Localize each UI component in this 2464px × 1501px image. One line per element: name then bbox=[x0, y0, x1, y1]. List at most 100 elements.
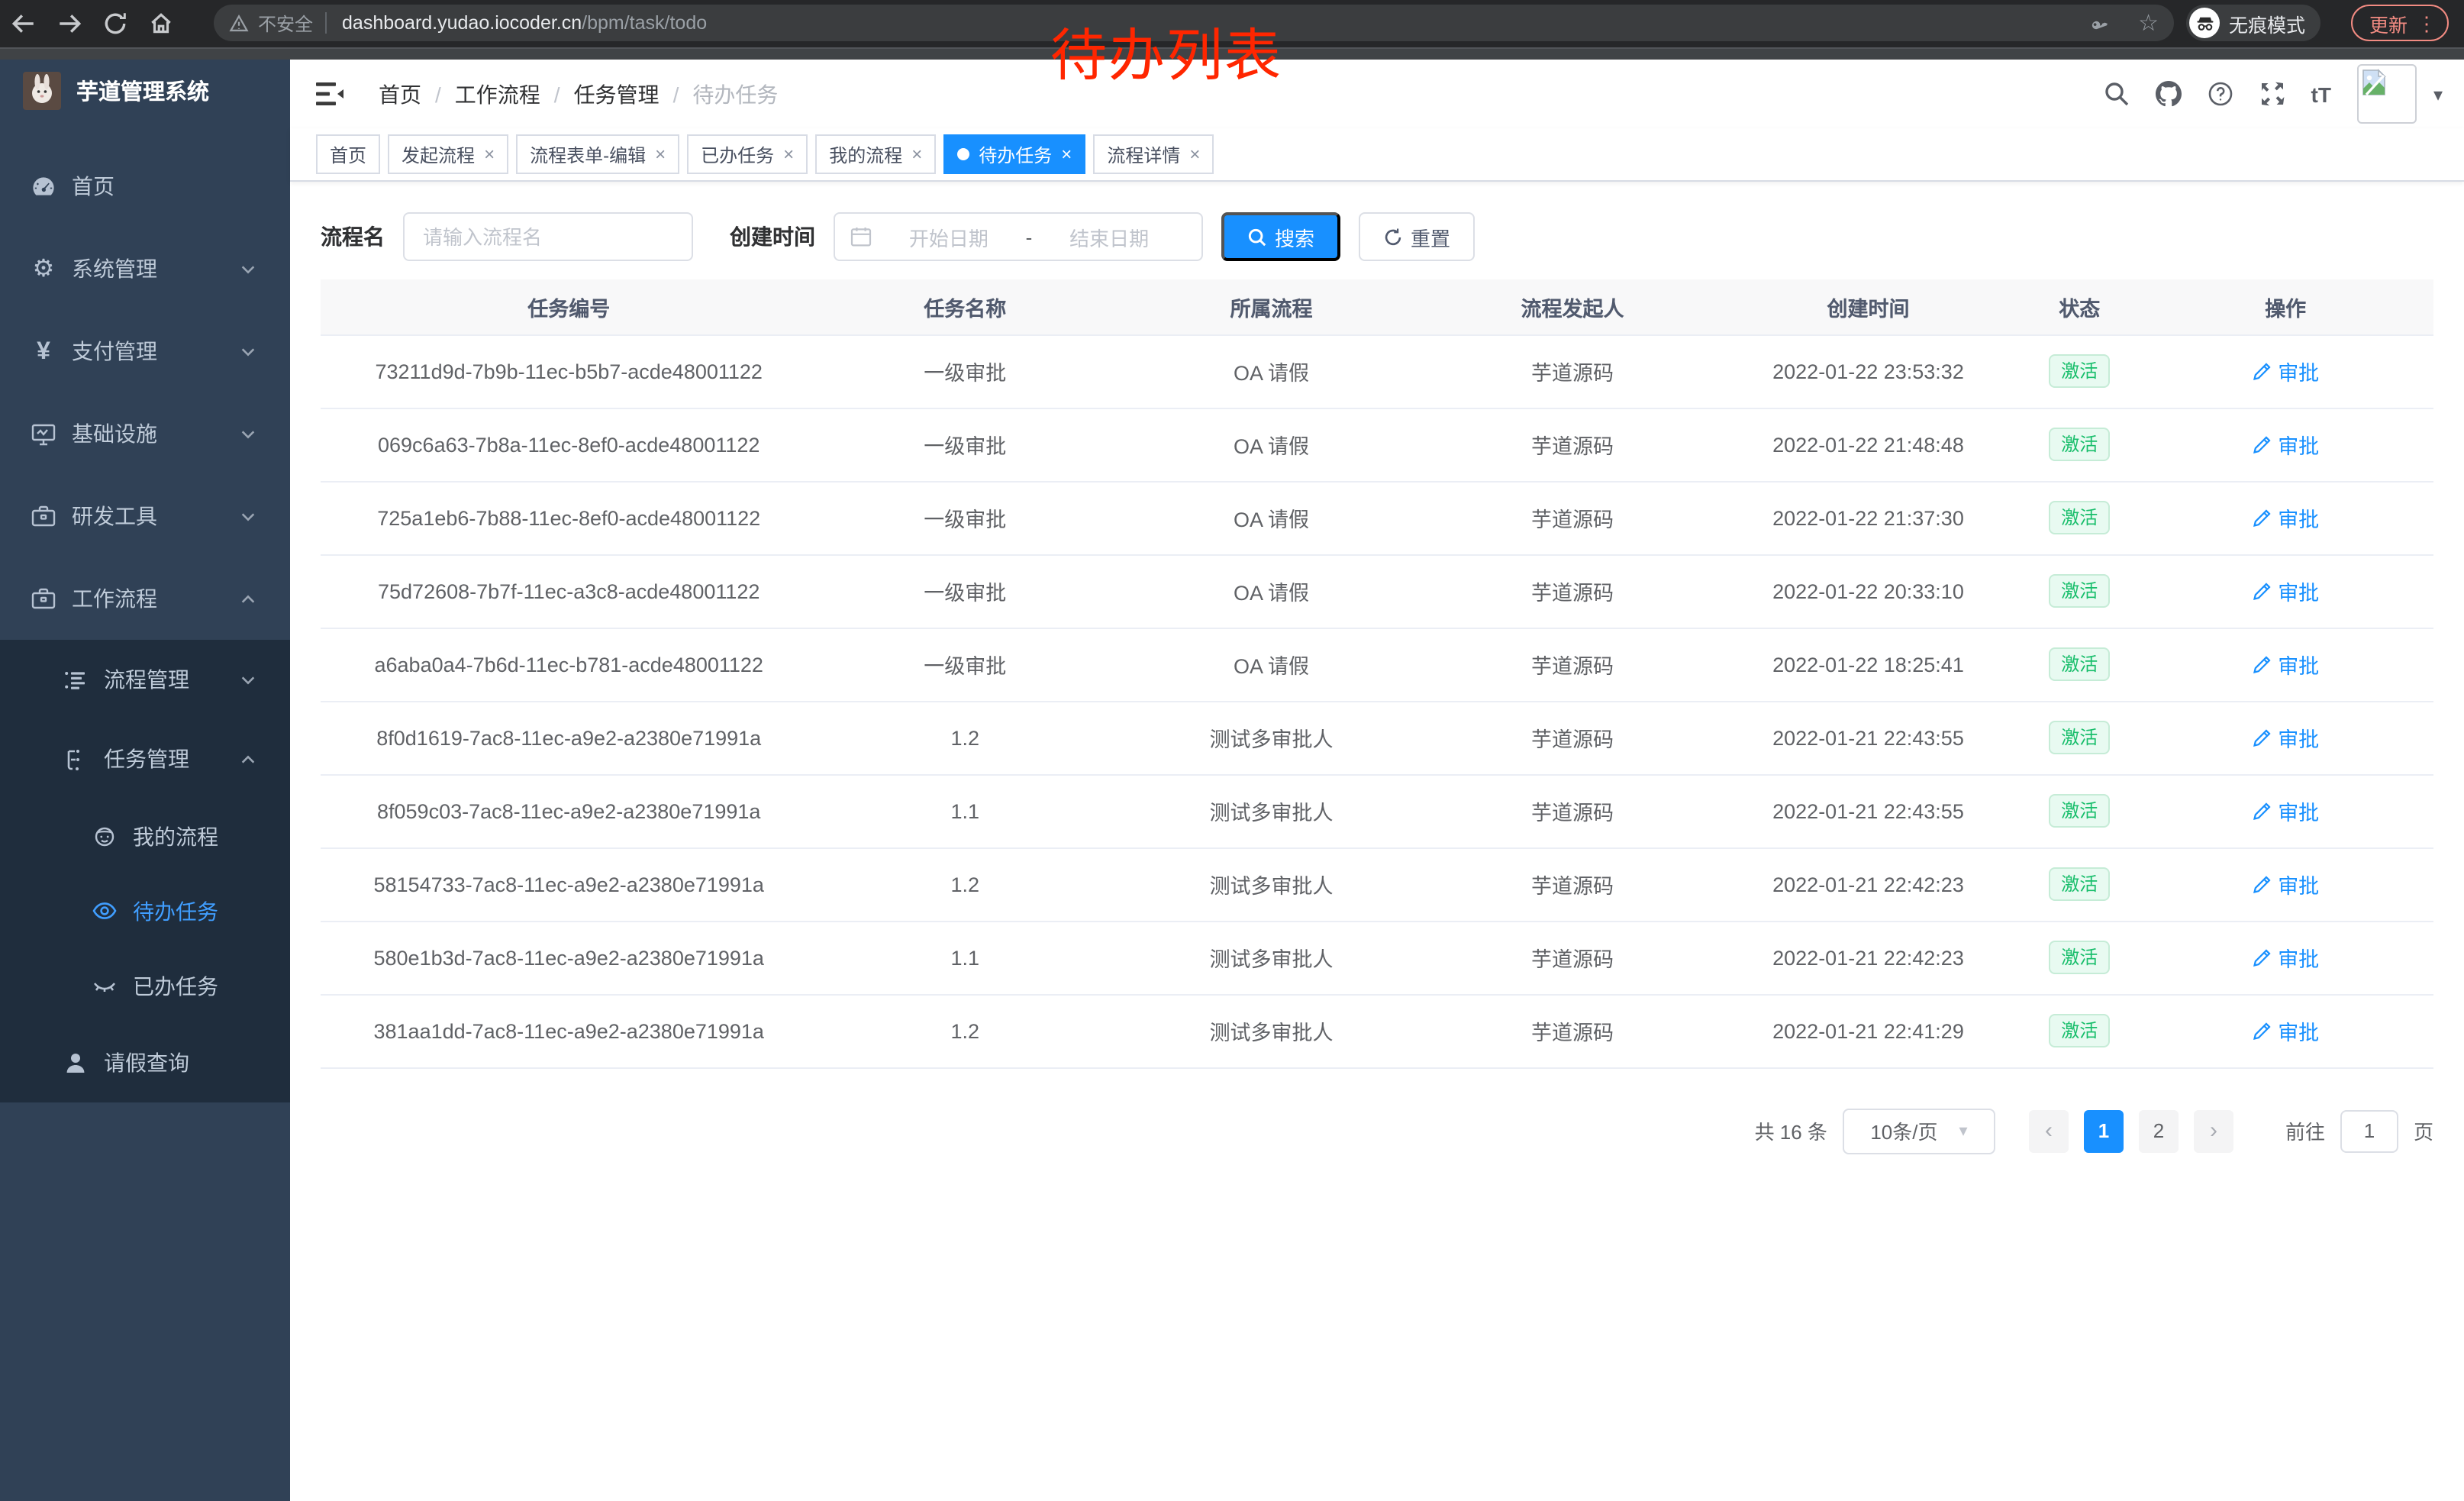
process-name-input[interactable] bbox=[403, 212, 693, 261]
sidebar-item-payment[interactable]: ¥ 支付管理 bbox=[0, 310, 290, 392]
created-time: 2022-01-21 22:43:55 bbox=[1772, 726, 1964, 749]
table-row[interactable]: 75d72608-7b7f-11ec-a3c8-acde48001122 一级审… bbox=[321, 554, 2433, 628]
breadcrumb-item[interactable]: 工作流程 bbox=[455, 79, 540, 109]
table-row[interactable]: 8f059c03-7ac8-11ec-a9e2-a2380e71991a 1.1… bbox=[321, 774, 2433, 847]
search-icon bbox=[1247, 227, 1267, 247]
sidebar-item-label: 我的流程 bbox=[133, 821, 218, 851]
sidebar-item-home[interactable]: 首页 bbox=[0, 145, 290, 228]
approve-link[interactable]: 审批 bbox=[2252, 576, 2319, 606]
page-button-1[interactable]: 1 bbox=[2084, 1109, 2124, 1152]
sidebar-item-my-process[interactable]: 我的流程 bbox=[0, 799, 290, 873]
close-icon[interactable]: × bbox=[1061, 144, 1072, 165]
search-icon[interactable] bbox=[2104, 81, 2130, 107]
sidebar-item-workflow[interactable]: 工作流程 bbox=[0, 557, 290, 640]
font-size-icon[interactable]: tT bbox=[2311, 82, 2331, 106]
task-id: 069c6a63-7b8a-11ec-8ef0-acde48001122 bbox=[378, 433, 760, 456]
forward-icon bbox=[56, 11, 82, 37]
tab-process-detail[interactable]: 流程详情× bbox=[1093, 134, 1214, 174]
sidebar-item-task-mgmt[interactable]: 任务管理 bbox=[0, 719, 290, 799]
reset-button[interactable]: 重置 bbox=[1359, 212, 1475, 261]
sidebar-item-label: 任务管理 bbox=[104, 744, 189, 774]
name-filter-label: 流程名 bbox=[321, 221, 385, 252]
browser-reload-button[interactable] bbox=[92, 4, 137, 44]
browser-back-button[interactable] bbox=[0, 4, 46, 44]
approve-link[interactable]: 审批 bbox=[2252, 1015, 2319, 1046]
table-row[interactable]: 381aa1dd-7ac8-11ec-a9e2-a2380e71991a 1.2… bbox=[321, 994, 2433, 1067]
table-row[interactable]: 73211d9d-7b9b-11ec-b5b7-acde48001122 一级审… bbox=[321, 334, 2433, 408]
close-icon[interactable]: × bbox=[484, 144, 495, 165]
avatar[interactable] bbox=[2357, 64, 2417, 124]
table-row[interactable]: 8f0d1619-7ac8-11ec-a9e2-a2380e71991a 1.2… bbox=[321, 701, 2433, 774]
browser-forward-button[interactable] bbox=[46, 4, 92, 44]
table-row[interactable]: 580e1b3d-7ac8-11ec-a9e2-a2380e71991a 1.1… bbox=[321, 921, 2433, 994]
status-badge: 激活 bbox=[2049, 721, 2110, 754]
close-icon[interactable]: × bbox=[783, 144, 794, 165]
caret-down-icon[interactable]: ▾ bbox=[2433, 83, 2443, 105]
task-name: 1.2 bbox=[950, 873, 979, 896]
browser-home-button[interactable] bbox=[137, 4, 183, 44]
bookmark-star-icon[interactable]: ☆ bbox=[2138, 11, 2159, 34]
goto-label: 前往 bbox=[2285, 1116, 2325, 1145]
prev-page-button[interactable]: ‹ bbox=[2029, 1109, 2069, 1152]
approve-link[interactable]: 审批 bbox=[2252, 942, 2319, 973]
breadcrumb-item[interactable]: 任务管理 bbox=[574, 79, 660, 109]
sidebar-item-infra[interactable]: 基础设施 bbox=[0, 392, 290, 475]
eye-icon bbox=[92, 898, 118, 924]
tab-my-process[interactable]: 我的流程× bbox=[815, 134, 936, 174]
table-row[interactable]: 58154733-7ac8-11ec-a9e2-a2380e71991a 1.2… bbox=[321, 847, 2433, 921]
sidebar-item-label: 支付管理 bbox=[72, 336, 157, 366]
tab-start-process[interactable]: 发起流程× bbox=[388, 134, 508, 174]
sidebar-item-todo-task[interactable]: 待办任务 bbox=[0, 873, 290, 948]
table-row[interactable]: 069c6a63-7b8a-11ec-8ef0-acde48001122 一级审… bbox=[321, 408, 2433, 481]
sidebar-item-system[interactable]: ⚙ 系统管理 bbox=[0, 228, 290, 310]
close-icon[interactable]: × bbox=[1189, 144, 1200, 165]
approve-link[interactable]: 审批 bbox=[2252, 722, 2319, 753]
process-starter: 芋道源码 bbox=[1531, 875, 1614, 898]
help-icon[interactable] bbox=[2208, 81, 2233, 107]
edit-icon bbox=[2252, 508, 2272, 528]
sidebar-item-process-mgmt[interactable]: 流程管理 bbox=[0, 640, 290, 719]
approve-link[interactable]: 审批 bbox=[2252, 429, 2319, 460]
reload-icon bbox=[102, 11, 127, 37]
sidebar-item-devtools[interactable]: 研发工具 bbox=[0, 475, 290, 557]
tab-todo-task[interactable]: 待办任务× bbox=[943, 134, 1085, 174]
approve-link[interactable]: 审批 bbox=[2252, 502, 2319, 533]
status-badge: 激活 bbox=[2049, 867, 2110, 901]
home-icon bbox=[147, 11, 173, 37]
table-row[interactable]: 725a1eb6-7b88-11ec-8ef0-acde48001122 一级审… bbox=[321, 481, 2433, 554]
approve-link[interactable]: 审批 bbox=[2252, 649, 2319, 679]
process-starter: 芋道源码 bbox=[1531, 508, 1614, 531]
header-actions: tT ▾ bbox=[2104, 64, 2443, 124]
pagination: 共 16 条 10条/页 ▾ ‹ 1 2 › 前往 页 bbox=[321, 1108, 2433, 1154]
browser-menu-icon[interactable]: ⋮ bbox=[2417, 13, 2437, 33]
close-icon[interactable]: × bbox=[911, 144, 922, 165]
page-size-select[interactable]: 10条/页 ▾ bbox=[1843, 1108, 1995, 1154]
table-row[interactable]: a6aba0a4-7b6d-11ec-b781-acde48001122 一级审… bbox=[321, 628, 2433, 701]
col-actions: 操作 bbox=[2137, 279, 2433, 334]
approve-link[interactable]: 审批 bbox=[2252, 869, 2319, 899]
approve-link[interactable]: 审批 bbox=[2252, 796, 2319, 826]
sidebar-item-done-task[interactable]: 已办任务 bbox=[0, 948, 290, 1023]
breadcrumb-item[interactable]: 首页 bbox=[379, 79, 421, 109]
close-icon[interactable]: × bbox=[655, 144, 666, 165]
key-icon[interactable] bbox=[2088, 11, 2111, 34]
briefcase-icon bbox=[31, 586, 56, 612]
chevron-up-icon bbox=[240, 750, 256, 767]
approve-link[interactable]: 审批 bbox=[2252, 356, 2319, 386]
browser-update-button[interactable]: 更新 ⋮ bbox=[2351, 5, 2449, 41]
next-page-button[interactable]: › bbox=[2194, 1109, 2233, 1152]
created-time: 2022-01-22 18:25:41 bbox=[1772, 653, 1964, 676]
tab-form-edit[interactable]: 流程表单-编辑× bbox=[516, 134, 679, 174]
date-range-picker[interactable]: 开始日期 - 结束日期 bbox=[834, 212, 1203, 261]
logo-row[interactable]: 芋道管理系统 bbox=[0, 60, 290, 121]
page-unit-label: 页 bbox=[2414, 1116, 2433, 1145]
page-button-2[interactable]: 2 bbox=[2139, 1109, 2179, 1152]
sidebar-item-leave-query[interactable]: 请假查询 bbox=[0, 1023, 290, 1102]
tab-done-task[interactable]: 已办任务× bbox=[687, 134, 808, 174]
sidebar-toggle-icon[interactable] bbox=[316, 81, 345, 107]
tab-home[interactable]: 首页 bbox=[316, 134, 380, 174]
github-icon[interactable] bbox=[2156, 81, 2182, 107]
search-button[interactable]: 搜索 bbox=[1221, 212, 1340, 261]
fullscreen-icon[interactable] bbox=[2259, 81, 2285, 107]
goto-page-input[interactable] bbox=[2340, 1109, 2398, 1152]
